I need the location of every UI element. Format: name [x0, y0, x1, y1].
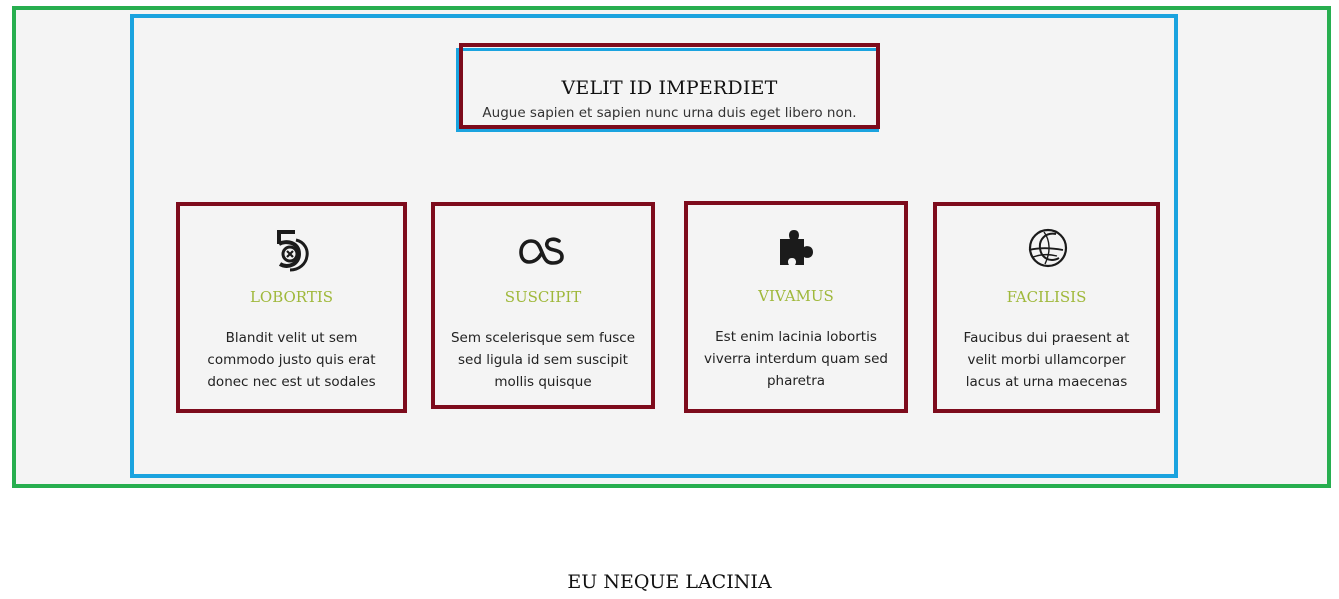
fivehundredpx-icon — [268, 224, 316, 272]
puzzle-piece-icon — [772, 223, 820, 271]
feature-card-text: Blandit velit ut sem commodo justo quis … — [207, 330, 376, 390]
globe-swirl-icon — [1023, 224, 1071, 272]
next-section-title: EU NEQUE LACINIA — [567, 571, 772, 593]
lastfm-icon — [519, 224, 567, 272]
feature-card-title: SUSCIPIT — [504, 288, 582, 306]
feature-card-title: VIVAMUS — [758, 287, 834, 305]
section-heading: VELIT ID IMPERDIET Augue sapien et sapie… — [459, 43, 880, 129]
feature-card-text: Est enim lacinia lobortis viverra interd… — [704, 329, 888, 389]
feature-card-text: Sem scelerisque sem fusce sed ligula id … — [450, 330, 636, 390]
section-subtitle: Augue sapien et sapien nunc urna duis eg… — [482, 105, 857, 121]
feature-card-facilisis: FACILISIS Faucibus dui praesent at velit… — [933, 202, 1160, 413]
feature-card-suscipit: SUSCIPIT Sem scelerisque sem fusce sed l… — [431, 202, 655, 409]
feature-card-title: FACILISIS — [1006, 288, 1087, 306]
feature-card-title: LOBORTIS — [249, 288, 334, 306]
feature-card-text: Faucibus dui praesent at velit morbi ull… — [963, 330, 1130, 390]
feature-card-lobortis: LOBORTIS Blandit velit ut sem commodo ju… — [176, 202, 407, 413]
feature-card-vivamus: VIVAMUS Est enim lacinia lobortis viverr… — [684, 201, 908, 413]
section-title: VELIT ID IMPERDIET — [561, 77, 778, 99]
